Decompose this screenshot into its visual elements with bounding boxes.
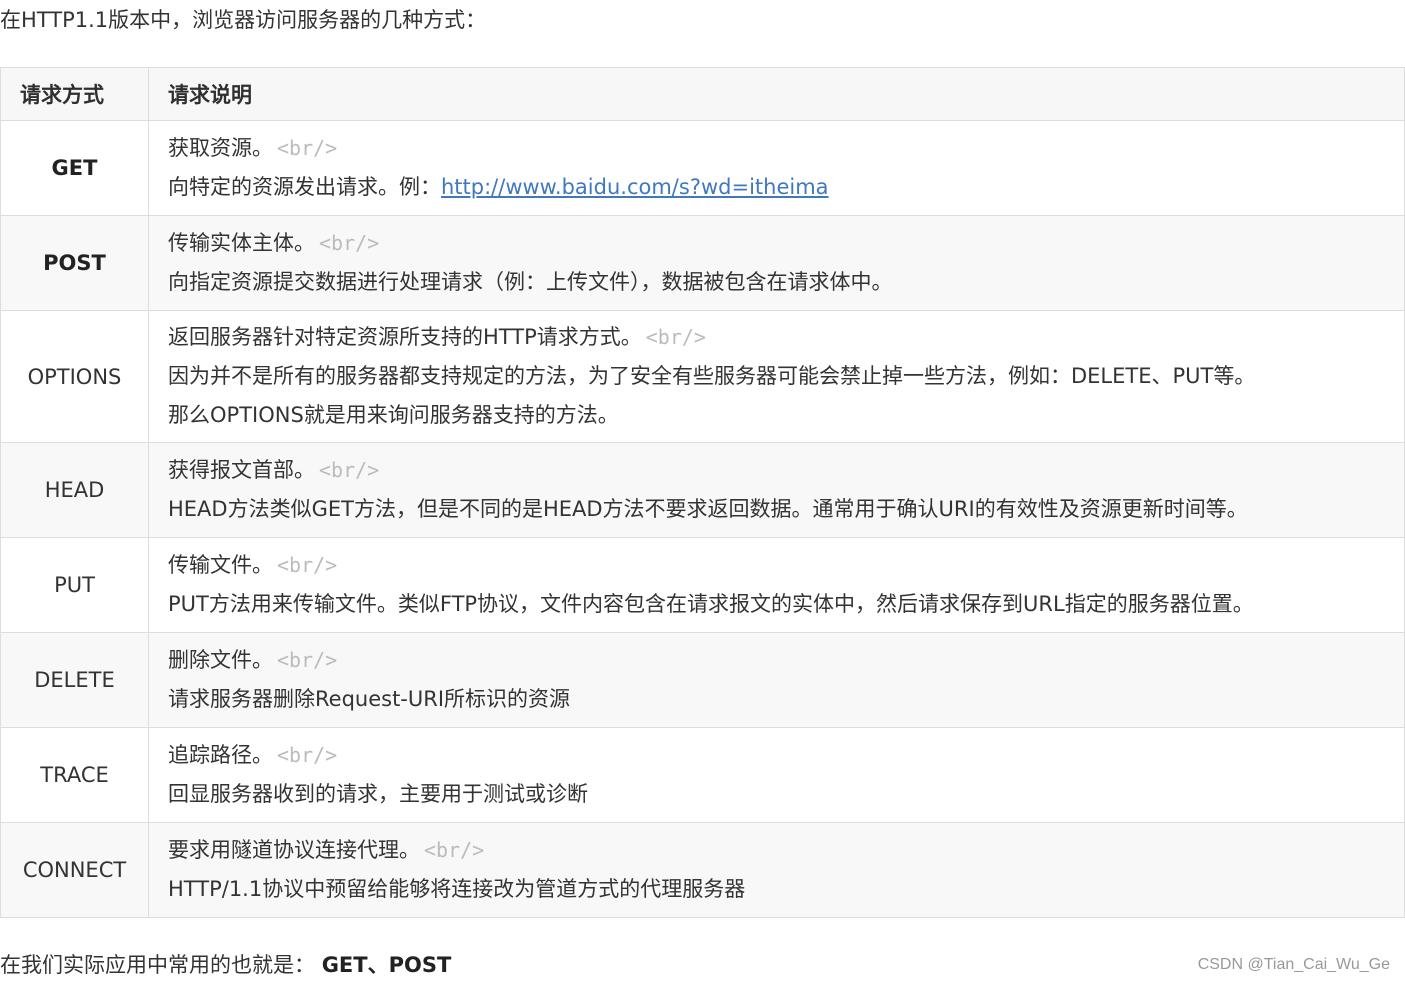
table-row-delete: DELETE 删除文件。 <br/> 请求服务器删除Request-URI所标识的… xyxy=(0,632,1405,728)
description-cell: 返回服务器针对特定资源所支持的HTTP请求方式。 <br/> 因为并不是所有的服务… xyxy=(148,310,1405,443)
method-cell: PUT xyxy=(0,537,149,633)
table-row-connect: CONNECT 要求用隧道协议连接代理。 <br/> HTTP/1.1协议中预留给… xyxy=(0,822,1405,918)
br-tag: <br/> xyxy=(319,231,380,255)
description-line: 向指定资源提交数据进行处理请求（例：上传文件），数据被包含在请求体中。 xyxy=(168,270,893,294)
example-link[interactable]: http://www.baidu.com/s?wd=itheima xyxy=(441,175,829,199)
summary-prefix: 在我们实际应用中常用的也就是： xyxy=(0,953,315,977)
description-cell: 传输文件。 <br/> PUT方法用来传输文件。类似FTP协议，文件内容包含在请求… xyxy=(148,537,1405,633)
http-methods-table: 请求方式 请求说明 GET 获取资源。 <br/> 向特定的资源发出请求。例：ht… xyxy=(0,67,1405,918)
br-tag: <br/> xyxy=(645,325,706,349)
watermark: CSDN @Tian_Cai_Wu_Ge xyxy=(1197,956,1390,973)
method-cell: HEAD xyxy=(0,442,149,538)
method-cell: CONNECT xyxy=(0,822,149,918)
description-cell: 追踪路径。 <br/> 回显服务器收到的请求，主要用于测试或诊断 xyxy=(148,727,1405,823)
br-tag: <br/> xyxy=(277,553,338,577)
description-line: 删除文件。 <br/> xyxy=(168,648,338,672)
description-line: 那么OPTIONS就是用来询问服务器支持的方法。 xyxy=(168,403,619,427)
method-cell: GET xyxy=(0,120,149,216)
description-line: 因为并不是所有的服务器都支持规定的方法，为了安全有些服务器可能会禁止掉一些方法，… xyxy=(168,364,1256,388)
table-row-put: PUT 传输文件。 <br/> PUT方法用来传输文件。类似FTP协议，文件内容包… xyxy=(0,537,1405,633)
description-line: HTTP/1.1协议中预留给能够将连接改为管道方式的代理服务器 xyxy=(168,877,746,901)
summary-text: 在我们实际应用中常用的也就是： GET、POST xyxy=(0,947,451,983)
intro-text: 在HTTP1.1版本中，浏览器访问服务器的几种方式： xyxy=(0,8,487,32)
br-tag: <br/> xyxy=(277,743,338,767)
description-line: 获得报文首部。 <br/> xyxy=(168,458,380,482)
table-row-head: HEAD 获得报文首部。 <br/> HEAD方法类似GET方法，但是不同的是HE… xyxy=(0,442,1405,538)
method-cell: DELETE xyxy=(0,632,149,728)
description-line: 追踪路径。 <br/> xyxy=(168,743,338,767)
description-line: 请求服务器删除Request-URI所标识的资源 xyxy=(168,687,571,711)
description-line: 返回服务器针对特定资源所支持的HTTP请求方式。 <br/> xyxy=(168,325,706,349)
table-header-row: 请求方式 请求说明 xyxy=(0,67,1405,121)
br-tag: <br/> xyxy=(277,648,338,672)
header-method: 请求方式 xyxy=(0,67,149,121)
description-line: 回显服务器收到的请求，主要用于测试或诊断 xyxy=(168,782,588,806)
description-line: HEAD方法类似GET方法，但是不同的是HEAD方法不要求返回数据。通常用于确认… xyxy=(168,497,1248,521)
description-cell: 要求用隧道协议连接代理。 <br/> HTTP/1.1协议中预留给能够将连接改为管… xyxy=(148,822,1405,918)
description-cell: 删除文件。 <br/> 请求服务器删除Request-URI所标识的资源 xyxy=(148,632,1405,728)
header-description: 请求说明 xyxy=(148,67,1405,121)
description-line: PUT方法用来传输文件。类似FTP协议，文件内容包含在请求报文的实体中，然后请求… xyxy=(168,592,1254,616)
table-row-trace: TRACE 追踪路径。 <br/> 回显服务器收到的请求，主要用于测试或诊断 xyxy=(0,727,1405,823)
br-tag: <br/> xyxy=(424,838,485,862)
description-line: 向特定的资源发出请求。例：http://www.baidu.com/s?wd=i… xyxy=(168,175,829,199)
summary-methods: GET、POST xyxy=(321,953,452,977)
method-cell: POST xyxy=(0,215,149,311)
description-line: 要求用隧道协议连接代理。 <br/> xyxy=(168,838,485,862)
description-cell: 获取资源。 <br/> 向特定的资源发出请求。例：http://www.baidu… xyxy=(148,120,1405,216)
description-line: 获取资源。 <br/> xyxy=(168,136,338,160)
br-tag: <br/> xyxy=(319,458,380,482)
description-cell: 传输实体主体。 <br/> 向指定资源提交数据进行处理请求（例：上传文件），数据被… xyxy=(148,215,1405,311)
table-row-options: OPTIONS 返回服务器针对特定资源所支持的HTTP请求方式。 <br/> 因为… xyxy=(0,310,1405,443)
description-line: 传输实体主体。 <br/> xyxy=(168,231,380,255)
description-cell: 获得报文首部。 <br/> HEAD方法类似GET方法，但是不同的是HEAD方法不… xyxy=(148,442,1405,538)
description-line: 传输文件。 <br/> xyxy=(168,553,338,577)
method-cell: TRACE xyxy=(0,727,149,823)
table-row-get: GET 获取资源。 <br/> 向特定的资源发出请求。例：http://www.b… xyxy=(0,120,1405,216)
table-row-post: POST 传输实体主体。 <br/> 向指定资源提交数据进行处理请求（例：上传文件… xyxy=(0,215,1405,311)
br-tag: <br/> xyxy=(277,136,338,160)
method-cell: OPTIONS xyxy=(0,310,149,443)
